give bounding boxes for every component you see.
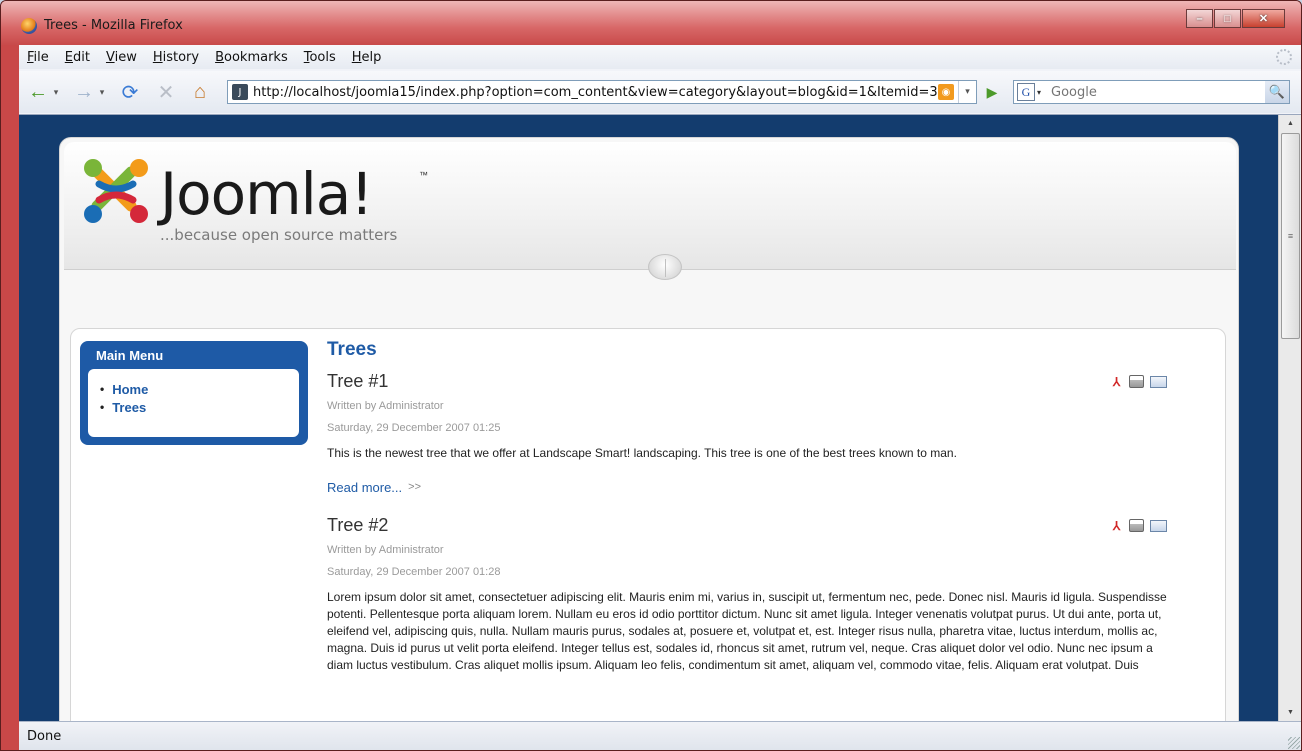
search-button[interactable]: 🔍 (1265, 81, 1289, 103)
vertical-scrollbar[interactable]: ▲ ≡ ▼ (1278, 115, 1301, 721)
header-divider-knob (648, 254, 682, 280)
status-text: Done (27, 729, 62, 744)
article-author: Written by Administrator (327, 400, 444, 412)
reload-icon: ⟳ (121, 81, 139, 104)
search-engine-dropdown[interactable]: ▾ (1037, 88, 1047, 97)
article-date: Saturday, 29 December 2007 01:28 (327, 566, 501, 578)
joomla-wordmark[interactable]: Joomla! (160, 160, 373, 228)
magnifier-icon: 🔍 (1268, 84, 1286, 99)
back-button[interactable]: ← (25, 79, 51, 105)
minimize-button[interactable]: – (1186, 9, 1213, 28)
menu-edit[interactable]: Edit (65, 50, 90, 65)
maximize-button[interactable]: □ (1214, 9, 1241, 28)
forward-history-dropdown[interactable]: ▾ (97, 79, 107, 105)
article-tools: ⅄ (1110, 375, 1167, 389)
close-button[interactable]: ✕ (1242, 9, 1285, 28)
stop-icon: ✕ (157, 81, 175, 104)
joomla-logo-icon[interactable] (79, 154, 153, 228)
page-viewport: Joomla! ™ ...because open source matters… (19, 115, 1278, 721)
joomla-favicon-icon: J (232, 84, 248, 100)
menu-link-home[interactable]: Home (100, 380, 148, 398)
google-engine-icon[interactable]: G (1017, 83, 1035, 101)
maximize-icon: □ (1224, 12, 1231, 25)
article-author: Written by Administrator (327, 544, 444, 556)
search-input[interactable] (1047, 81, 1265, 103)
title-bar[interactable]: Trees - Mozilla Firefox – □ ✕ (1, 1, 1301, 45)
minimize-icon: – (1196, 12, 1203, 25)
read-more-link[interactable]: Read more... >> (327, 477, 1177, 497)
main-menu-panel: Home Trees (88, 369, 299, 437)
menu-link-trees[interactable]: Trees (100, 398, 148, 416)
site-header: Joomla! ™ ...because open source matters (64, 142, 1236, 270)
menu-help[interactable]: Help (352, 50, 382, 65)
article-title: Tree #1 (327, 371, 389, 391)
home-button[interactable]: ⌂ (187, 79, 213, 105)
pdf-icon[interactable]: ⅄ (1110, 375, 1123, 389)
navigation-toolbar: ← ▾ → ▾ ⟳ ✕ ⌂ J http://localhost/joomla1… (19, 71, 1301, 113)
pdf-icon[interactable]: ⅄ (1110, 519, 1123, 533)
browser-chrome: File Edit View History Bookmarks Tools H… (19, 45, 1301, 115)
browser-window: Trees - Mozilla Firefox – □ ✕ File Edit … (0, 0, 1302, 751)
menu-file[interactable]: File (27, 50, 49, 65)
go-icon: ▶ (986, 83, 998, 100)
close-icon: ✕ (1258, 13, 1269, 25)
read-more-label[interactable]: Read more... (327, 480, 402, 495)
scroll-thumb[interactable]: ≡ (1281, 133, 1300, 339)
reload-button[interactable]: ⟳ (117, 79, 143, 105)
category-title: Trees (327, 339, 377, 360)
main-menu-list: Home Trees (100, 380, 148, 416)
home-icon: ⌂ (193, 80, 207, 103)
article-tools: ⅄ (1110, 519, 1167, 533)
rss-feed-icon[interactable]: ◉ (938, 84, 954, 100)
article-item: Tree #2 ⅄ Written by Administrator Satur… (327, 515, 1177, 674)
menu-view[interactable]: View (106, 50, 137, 65)
email-icon[interactable] (1150, 376, 1167, 388)
article-area: Trees Tree #1 ⅄ Written by Administrator… (327, 339, 1177, 674)
forward-arrow-icon: → (74, 80, 94, 103)
window-title: Trees - Mozilla Firefox (44, 18, 183, 33)
url-history-dropdown[interactable]: ▾ (958, 81, 976, 103)
scroll-up-icon[interactable]: ▲ (1279, 115, 1301, 132)
email-icon[interactable] (1150, 520, 1167, 532)
back-arrow-icon: ← (28, 80, 48, 103)
back-history-dropdown[interactable]: ▾ (51, 79, 61, 105)
address-bar[interactable]: J http://localhost/joomla15/index.php?op… (227, 80, 977, 104)
menu-bar: File Edit View History Bookmarks Tools H… (19, 45, 1301, 69)
go-button[interactable]: ▶ (979, 80, 1005, 104)
throbber-icon (1276, 49, 1292, 65)
forward-button[interactable]: → (71, 79, 97, 105)
menu-tools[interactable]: Tools (304, 50, 336, 65)
article-date: Saturday, 29 December 2007 01:25 (327, 422, 501, 434)
resize-grip-icon[interactable] (1288, 737, 1300, 749)
stop-button[interactable]: ✕ (153, 79, 179, 105)
trademark-symbol: ™ (419, 170, 428, 180)
article-text: This is the newest tree that we offer at… (327, 446, 957, 460)
url-text[interactable]: http://localhost/joomla15/index.php?opti… (253, 85, 938, 100)
main-menu-module: Main Menu Home Trees (80, 341, 308, 445)
print-icon[interactable] (1129, 519, 1144, 532)
menu-history[interactable]: History (153, 50, 199, 65)
site-tagline: ...because open source matters (160, 226, 398, 244)
article-item: Tree #1 ⅄ Written by Administrator Satur… (327, 371, 1177, 497)
menu-bookmarks[interactable]: Bookmarks (215, 50, 288, 65)
content-box: Main Menu Home Trees Trees Tree #1 ⅄ (70, 328, 1226, 721)
search-bar: G ▾ 🔍 (1013, 80, 1290, 104)
scroll-down-icon[interactable]: ▼ (1279, 704, 1301, 721)
read-more-arrows: >> (408, 481, 422, 493)
joomla-page: Joomla! ™ ...because open source matters… (59, 137, 1239, 721)
firefox-icon (21, 18, 37, 34)
status-bar: Done (19, 721, 1301, 750)
window-controls: – □ ✕ (1186, 9, 1285, 28)
article-title: Tree #2 (327, 515, 389, 535)
article-text: Lorem ipsum dolor sit amet, consectetuer… (327, 590, 1167, 672)
main-menu-title: Main Menu (96, 348, 164, 363)
print-icon[interactable] (1129, 375, 1144, 388)
